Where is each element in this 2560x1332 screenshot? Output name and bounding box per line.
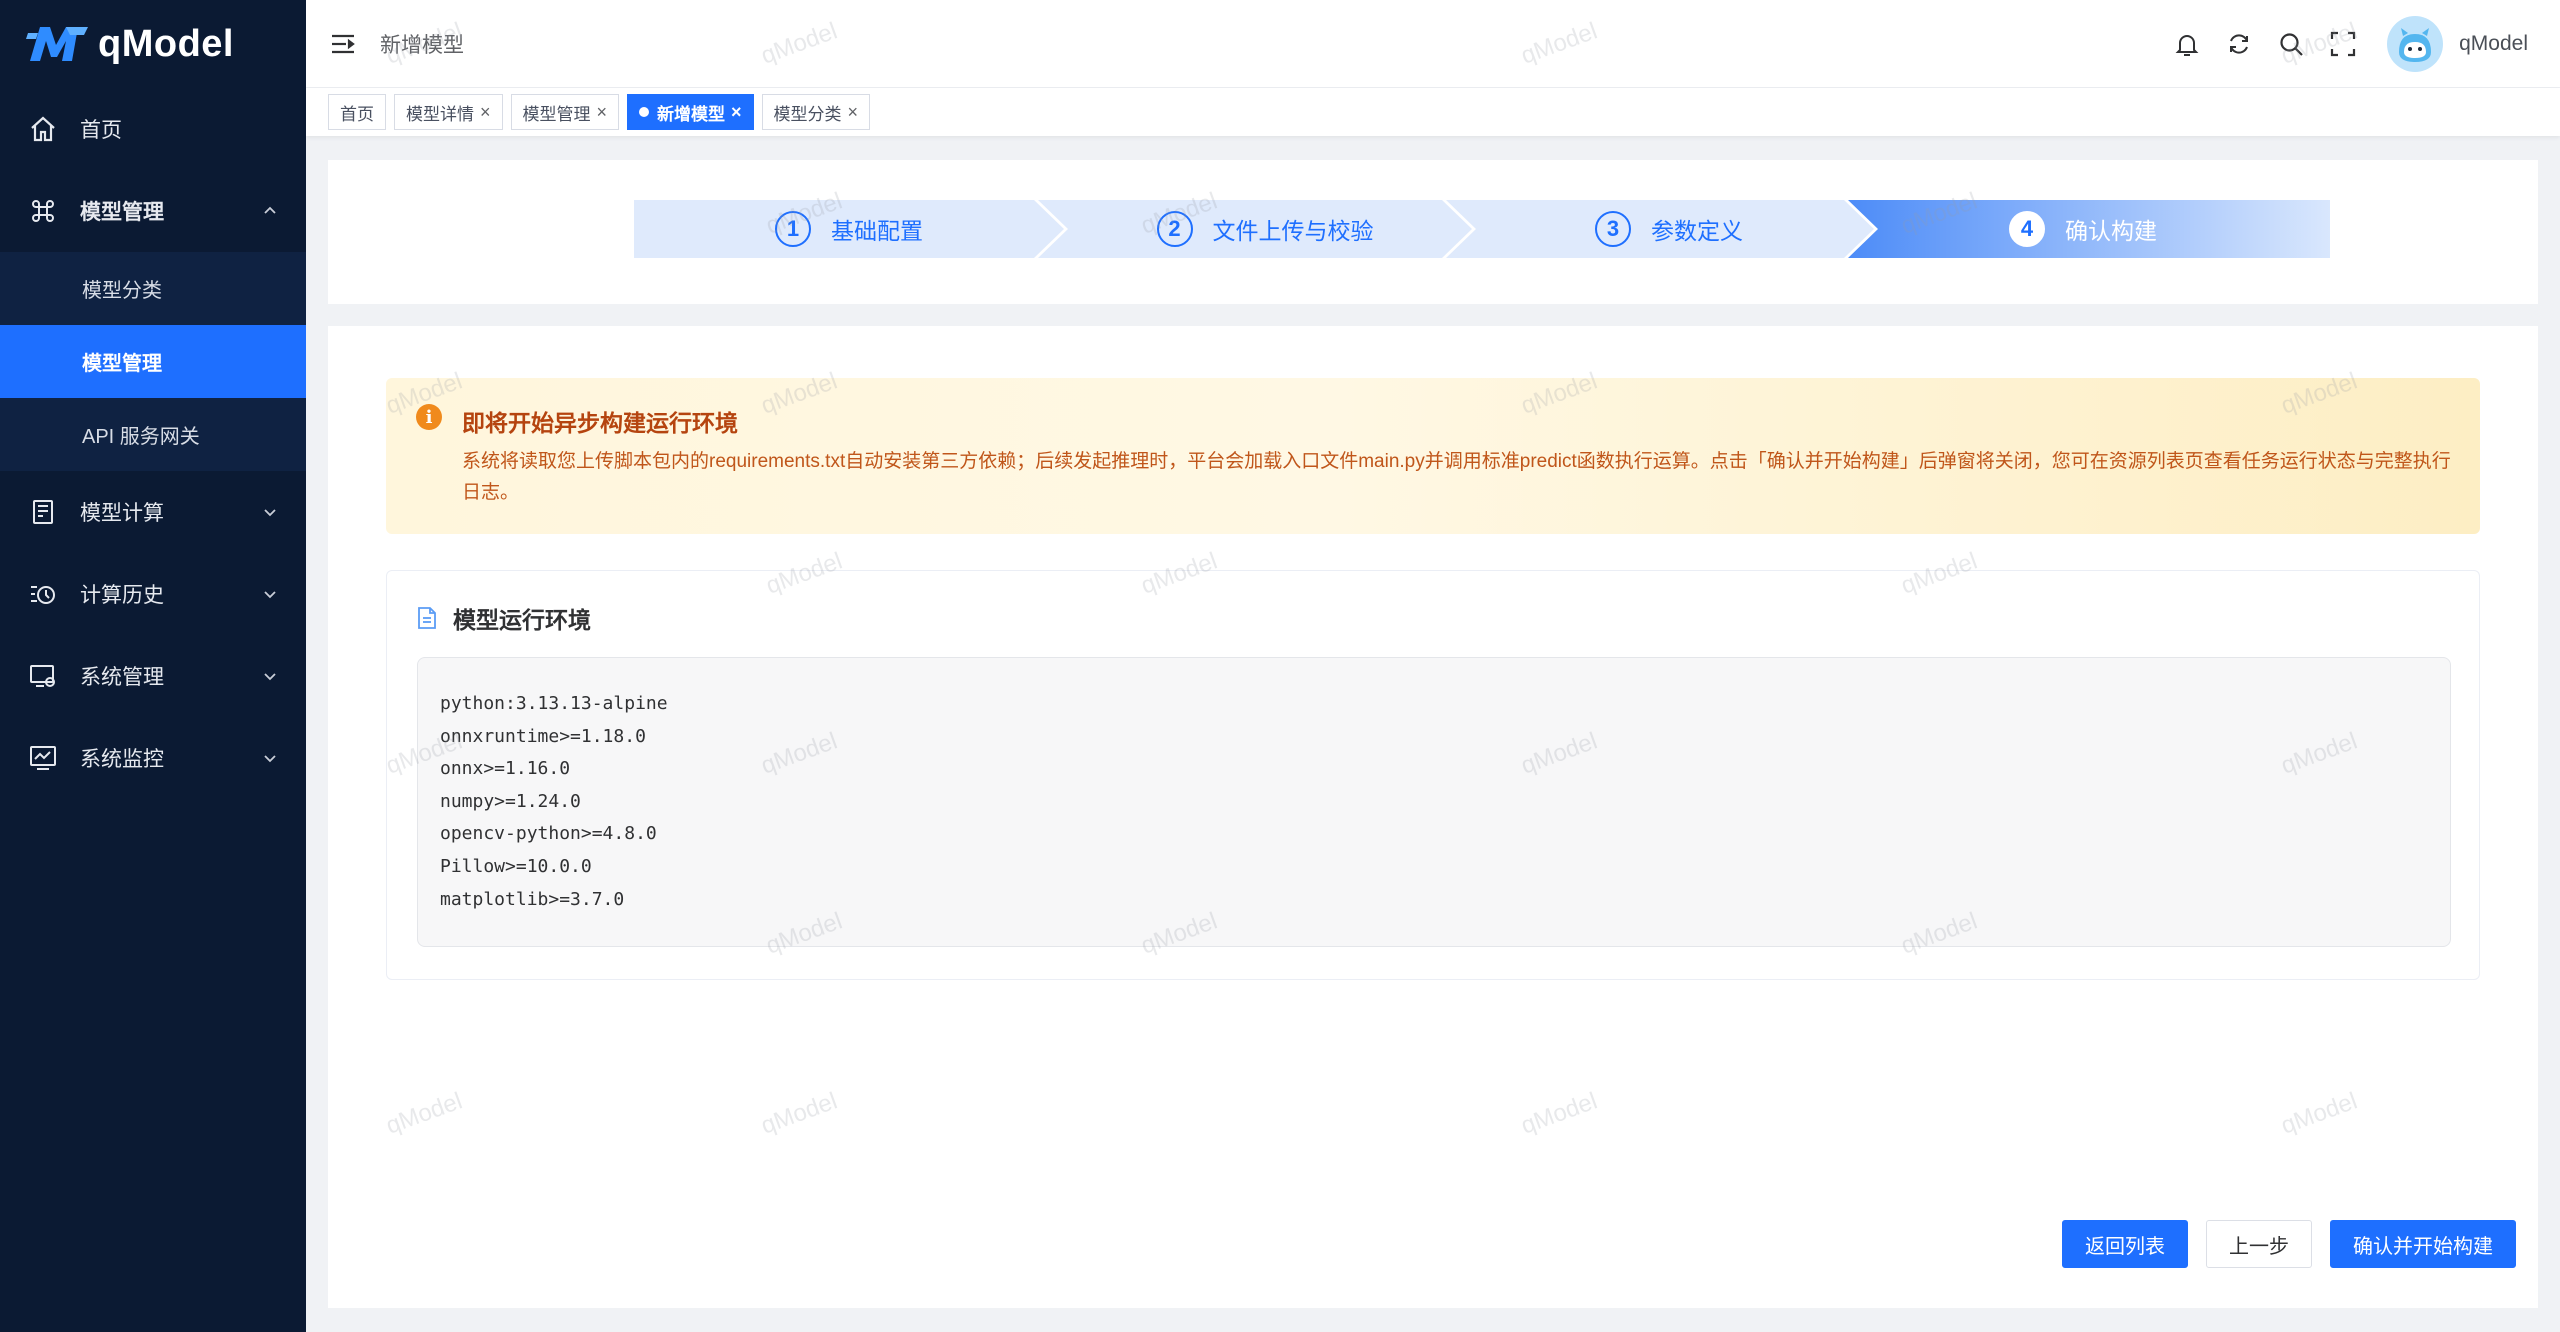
step-number: 4 [2009,211,2045,247]
sidebar-item-label: 模型管理 [80,201,164,224]
chevron-down-icon [264,591,276,599]
close-icon[interactable]: × [597,102,608,123]
code-line: opencv-python>=4.8.0 [440,823,657,845]
wizard-steps: 1 基础配置 2 文件上传与校验 3 参数定义 4 确认构建 [634,200,2330,258]
active-dot-icon [639,107,650,117]
system-settings-icon [30,665,55,687]
tab-model-category[interactable]: 模型分类 × [761,94,871,130]
bell-icon[interactable] [2173,30,2201,58]
fullscreen-icon[interactable] [2329,30,2357,58]
confirm-build-button[interactable]: 确认并开始构建 [2330,1220,2516,1268]
sidebar-item-home[interactable]: 首页 [0,88,306,170]
close-icon[interactable]: × [480,102,491,123]
tab-label: 模型详情 [406,104,474,124]
qmodel-logo-icon [26,27,88,61]
chevron-up-icon [264,206,276,214]
environment-code-block: python:3.13.13-alpine onnxruntime>=1.18.… [417,657,2451,947]
step-1: 1 基础配置 [634,200,1064,258]
code-line: python:3.13.13-alpine [440,693,668,714]
tab-label: 模型分类 [773,104,842,124]
warning-alert: i 即将开始异步构建运行环境 系统将读取您上传脚本包内的requirements… [386,378,2480,534]
sidebar-item-model-compute[interactable]: 模型计算 [0,471,306,553]
sidebar-item-label: 模型计算 [80,502,164,525]
avatar[interactable] [2387,16,2444,72]
step-number: 3 [1595,211,1631,247]
document-icon [418,607,436,629]
home-icon [31,116,55,142]
sidebar-item-compute-history[interactable]: 计算历史 [0,553,306,635]
footer-actions: 返回列表 上一步 确认并开始构建 [2044,1220,2516,1268]
environment-card: 模型运行环境 python:3.13.13-alpine onnxruntime… [386,570,2480,980]
tab-label: 新增模型 [657,104,726,124]
step-label: 参数定义 [1651,218,1743,244]
sidebar-item-label: 计算历史 [80,584,164,607]
alert-description: 系统将读取您上传脚本包内的requirements.txt自动安装第三方依赖；后… [462,451,2451,503]
brand-name: qModel [98,22,234,65]
step-label: 文件上传与校验 [1212,218,1374,244]
sidebar: qModel 首页 模型管理 模型分类 模型管理 API 服务网关 模型计算 计… [0,0,306,1332]
sidebar-subitem-model-management[interactable]: 模型管理 [0,325,306,398]
environment-header: 模型运行环境 [417,601,591,635]
sidebar-item-system-management[interactable]: 系统管理 [0,635,306,717]
username[interactable]: qModel [2459,32,2528,56]
code-line: Pillow>=10.0.0 [440,855,592,877]
command-icon [32,200,54,222]
step-label: 基础配置 [831,218,923,244]
previous-step-button[interactable]: 上一步 [2206,1220,2312,1268]
header-actions: qModel [2149,0,2528,88]
tab-home[interactable]: 首页 [328,94,386,130]
close-icon[interactable]: × [848,102,859,123]
top-header: 新增模型 qModel [306,0,2560,88]
breadcrumb: 新增模型 [380,33,464,57]
search-icon[interactable] [2277,30,2305,58]
tab-add-model[interactable]: 新增模型 × [627,94,754,130]
steps-card: 1 基础配置 2 文件上传与校验 3 参数定义 4 确认构建 [328,160,2538,304]
logo[interactable]: qModel [0,0,306,88]
tab-model-detail[interactable]: 模型详情 × [394,94,503,130]
tab-label: 首页 [340,104,374,124]
back-to-list-button[interactable]: 返回列表 [2062,1220,2188,1268]
sidebar-item-model-management[interactable]: 模型管理 [0,170,306,252]
sidebar-item-system-monitor[interactable]: 系统监控 [0,717,306,799]
history-icon [31,586,55,604]
sidebar-subitem-api-gateway[interactable]: API 服务网关 [0,398,306,471]
calculator-icon [33,500,53,524]
step-4: 4 确认构建 [1878,200,2288,258]
code-line: matplotlib>=3.7.0 [440,888,625,910]
chevron-down-icon [264,755,276,763]
close-icon[interactable]: × [731,102,742,123]
sidebar-subitem-model-category[interactable]: 模型分类 [0,252,306,325]
sidebar-item-label: 系统监控 [80,748,164,771]
user-avatar-icon [2389,18,2442,70]
code-line: onnxruntime>=1.18.0 [440,725,646,747]
step-number: 1 [775,211,811,247]
alert-title: 即将开始异步构建运行环境 [462,410,738,436]
sidebar-item-label: 首页 [80,119,122,142]
monitor-chart-icon [30,746,56,770]
environment-title: 模型运行环境 [453,607,591,633]
step-label: 确认构建 [2065,218,2157,244]
info-icon: i [416,404,442,430]
sidebar-item-label: 系统管理 [80,666,164,689]
submenu-model-management: 模型分类 模型管理 API 服务网关 [0,252,306,471]
refresh-icon[interactable] [2225,30,2253,58]
step-number: 2 [1156,211,1193,247]
step-3: 3 参数定义 [1464,200,1874,258]
menu-fold-icon[interactable] [330,32,356,56]
code-line: onnx>=1.16.0 [440,758,571,780]
code-line: numpy>=1.24.0 [440,790,581,812]
chevron-down-icon [264,509,276,517]
chevron-down-icon [264,673,276,681]
step-2: 2 文件上传与校验 [1058,200,1472,258]
confirm-build-card: i 即将开始异步构建运行环境 系统将读取您上传脚本包内的requirements… [328,326,2538,1308]
tags-view: 首页 模型详情 × 模型管理 × 新增模型 × 模型分类 × [306,88,2560,136]
tab-model-management[interactable]: 模型管理 × [510,94,620,130]
tab-label: 模型管理 [522,104,591,124]
